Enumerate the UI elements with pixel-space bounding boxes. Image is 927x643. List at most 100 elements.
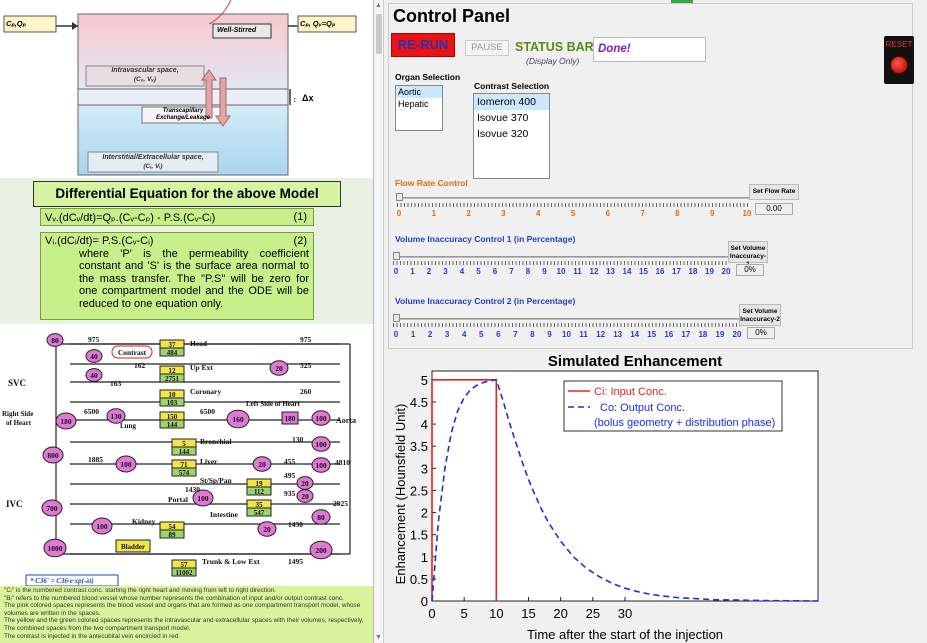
flow-value: 6500 [200, 407, 215, 416]
organ-value-top: 5 [182, 440, 186, 448]
head-label: Head [190, 339, 208, 348]
flow-value: 455 [284, 457, 296, 466]
x-tick-label: 10 [489, 606, 503, 621]
node-value: 40 [90, 371, 98, 380]
node-value: 20 [258, 460, 266, 469]
volume-2-ticks [393, 323, 740, 327]
transcapillary-label: Transcapillary [162, 108, 204, 114]
flow-value: 975 [300, 335, 312, 344]
flow-rate-ticks [397, 203, 749, 207]
left-panel-scrollbar[interactable]: ▲ ▼ [374, 0, 384, 643]
scale-tick-label: 8 [530, 330, 535, 339]
organ-listbox[interactable]: Aortic Hepatic [395, 85, 443, 131]
volume-2-slider[interactable] [393, 314, 400, 322]
contrast-label: Contrast [118, 348, 147, 357]
organ-value-bottom: 144 [167, 421, 178, 429]
top-indicator-tab [671, 0, 693, 3]
scroll-thumb[interactable] [376, 14, 382, 54]
organ-value-bottom: 574 [179, 469, 190, 477]
volume-2-track[interactable] [393, 318, 740, 320]
set-volume-1-button[interactable]: Set Volume Inaccuracy-1 [728, 241, 768, 268]
scale-tick-label: 0 [393, 267, 399, 276]
volume-1-slider[interactable] [393, 252, 400, 260]
scale-tick-label: 11 [579, 330, 588, 339]
contrast-option[interactable]: Isovue 370 [474, 110, 549, 126]
x-tick-label: 5 [461, 606, 468, 621]
volume-2-value: 0% [747, 327, 775, 339]
organ-value-bottom: 103 [167, 399, 178, 407]
set-flow-rate-button[interactable]: Set Flow Rate [749, 184, 799, 200]
scale-tick-label: 14 [630, 330, 640, 339]
reset-control[interactable]: RESET [884, 36, 914, 84]
node-value: 100 [197, 494, 209, 503]
outflow-label: Cₚ, Qᵥ=Qₚ [300, 19, 336, 28]
volume-2-label: Volume Inaccuracy Control 2 (in Percenta… [395, 296, 576, 306]
flow-value: 1495 [288, 557, 303, 566]
contrast-listbox[interactable]: Iomeron 400 Isovue 370 Isovue 320 [473, 93, 550, 179]
organ-option[interactable]: Hepatic [396, 98, 442, 110]
note-line: "Bᵢ" refers to the numbered blood vessel… [4, 594, 344, 602]
set-volume-2-button[interactable]: Set Volume Inaccuracy-2 [739, 304, 781, 326]
flow-rate-slider[interactable] [396, 193, 403, 201]
scale-tick-label: 20 [732, 330, 742, 339]
scale-tick-label: 1 [431, 209, 437, 218]
flow-rate-track[interactable] [397, 197, 749, 199]
scroll-up-icon[interactable]: ▲ [375, 2, 382, 9]
scale-tick-label: 16 [655, 267, 665, 276]
organ-value-bottom: 11002 [175, 569, 193, 577]
node-value: 100 [315, 461, 327, 470]
scroll-down-icon[interactable]: ▼ [375, 634, 382, 641]
pause-button[interactable]: PAUSE [465, 40, 509, 56]
contrast-option[interactable]: Iomeron 400 [474, 94, 549, 110]
enhancement-chart: Simulated Enhancement Time after the star… [386, 351, 927, 643]
scale-tick-label: 8 [525, 267, 531, 276]
scale-tick-label: 15 [647, 330, 657, 339]
scale-tick-label: 10 [556, 267, 566, 276]
scale-tick-label: 5 [570, 209, 576, 218]
model-info-panel: ↕ Cₚ,Qₚ Cₚ, Qᵥ=Qₚ Well-Stirred Intravasc… [0, 0, 374, 643]
organ-value-top: 35 [256, 501, 264, 509]
node-value: 180 [285, 415, 296, 423]
scale-tick-label: 15 [639, 267, 648, 276]
volume-1-ticks [393, 261, 729, 265]
y-tick-label: 4 [421, 417, 428, 432]
bladder-label: Bladder [121, 543, 145, 551]
flow-rate-value: 0.00 [755, 203, 793, 215]
flow-value: 495 [284, 471, 296, 480]
contrast-option[interactable]: Isovue 320 [474, 126, 549, 142]
y-tick-label: 2.5 [410, 483, 428, 498]
reset-button[interactable] [890, 56, 908, 74]
y-tick-label: 0 [421, 594, 428, 609]
organ-value-bottom: 144 [179, 448, 190, 456]
scale-tick-label: 3 [501, 209, 506, 218]
reset-label: RESET [885, 40, 913, 49]
ivc-label: IVC [6, 499, 23, 509]
scale-tick-label: 16 [664, 330, 674, 339]
legend-label-input: Ci: Input Conc. [594, 386, 667, 398]
flow-value: 260 [300, 387, 312, 396]
node-value: 80 [317, 513, 325, 522]
coronary-label: Coronary [190, 387, 221, 396]
scale-tick-label: 18 [688, 267, 698, 276]
scale-tick-label: 5 [476, 267, 481, 276]
scale-tick-label: 10 [562, 330, 571, 339]
organ-value-top: 10 [169, 391, 177, 399]
y-tick-label: 0.5 [410, 572, 428, 587]
scale-tick-label: 2 [466, 209, 471, 218]
network-svg: 180 130 160 180 100 80 40 40 800 100 700 1000 100 20 2… [2, 333, 356, 587]
scale-tick-label: 6 [492, 267, 498, 276]
scale-tick-label: 3 [444, 330, 450, 339]
lhs-label: Left Side of Heart [246, 400, 301, 408]
scale-tick-label: 0 [393, 330, 399, 339]
volume-1-track[interactable] [393, 256, 729, 258]
upext-label: Up Ext [190, 363, 213, 372]
chart-svg: Simulated Enhancement Time after the star… [393, 353, 819, 642]
flow-value: 935 [284, 489, 296, 498]
x-tick-label: 0 [428, 606, 435, 621]
note-line: The contrast is injected in the antecubi… [4, 632, 181, 640]
bronchial-label: Bronchial [200, 437, 232, 446]
x-tick-label: 20 [553, 606, 567, 621]
equation-2: Vᵢ.(dCᵢ/dt)= P.S.(Cᵥ-Cᵢ) (2) where 'P' i… [40, 232, 314, 320]
rerun-button[interactable]: RE-RUN [391, 33, 455, 57]
organ-option[interactable]: Aortic [396, 86, 442, 98]
